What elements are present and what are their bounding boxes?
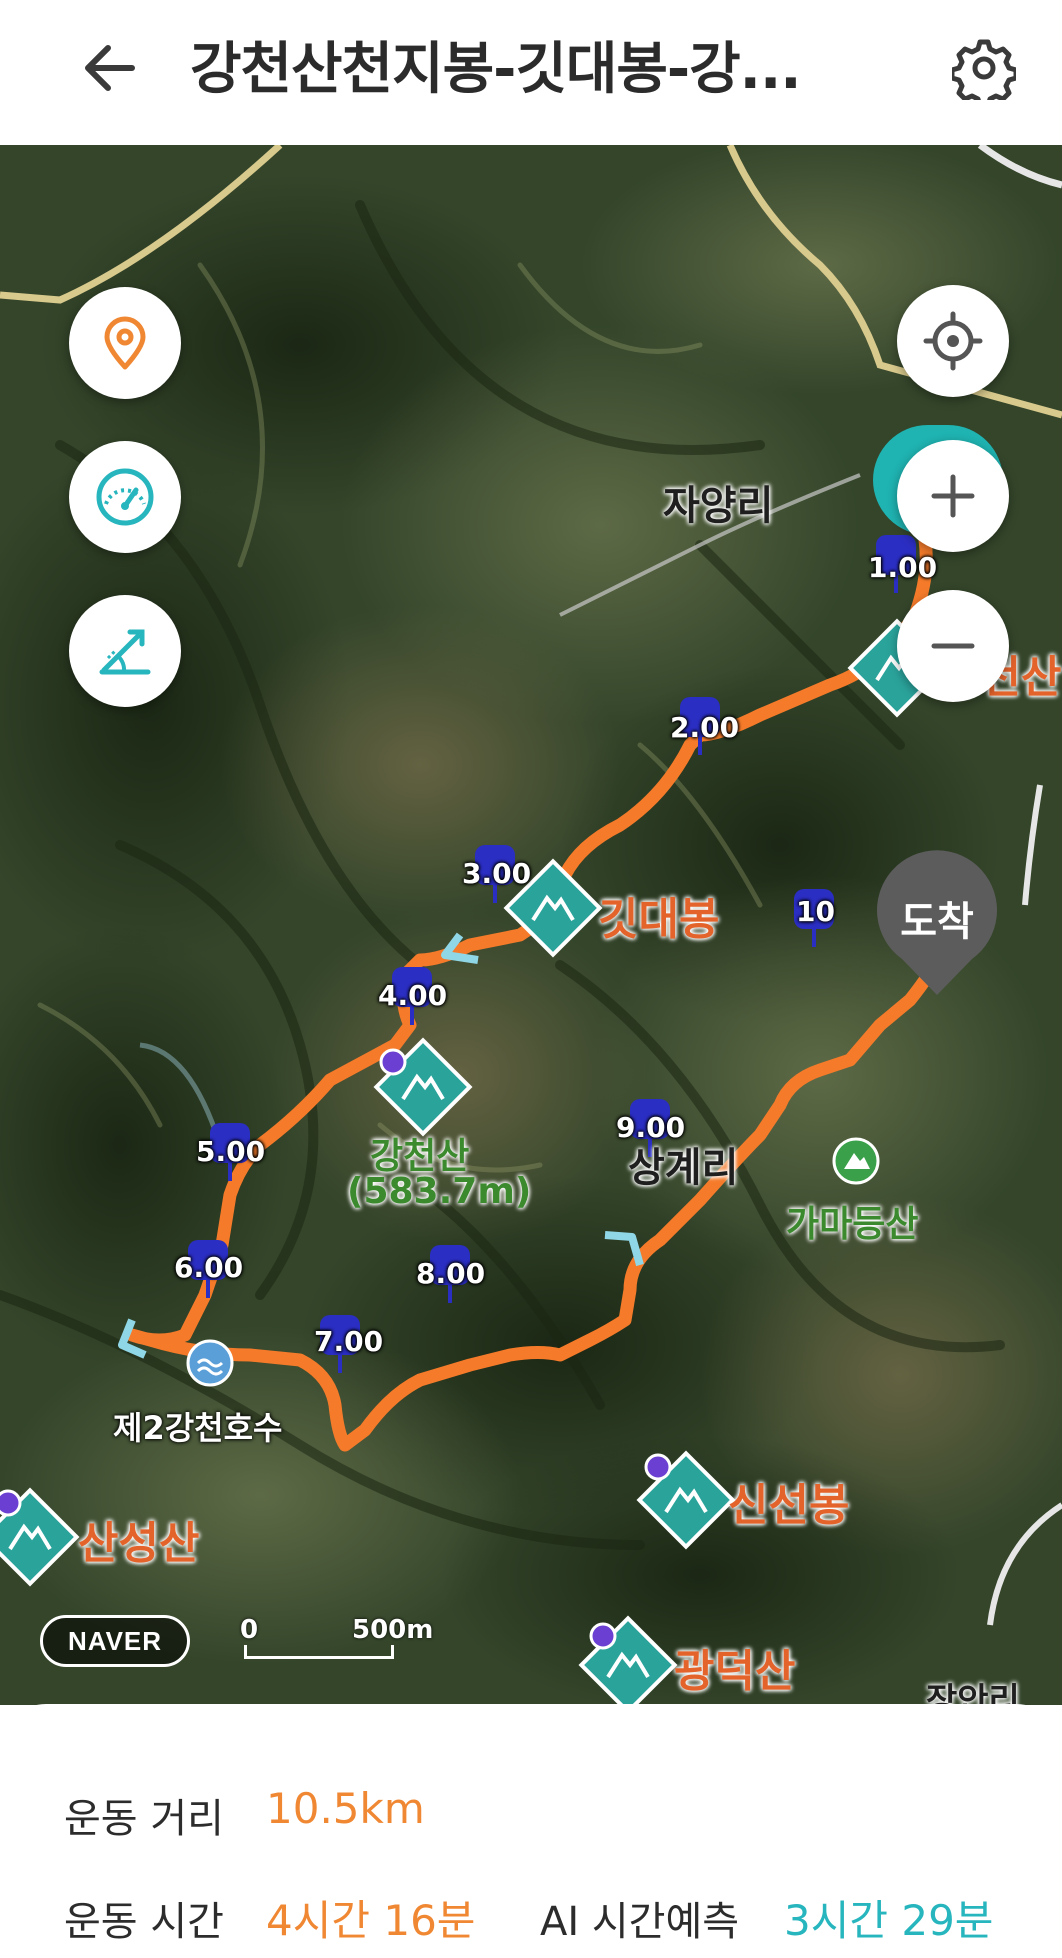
- km-label: 4.00: [378, 979, 448, 1012]
- peak-label[interactable]: 가마등산: [786, 1195, 918, 1247]
- slope-icon: [99, 629, 151, 675]
- current-location-button[interactable]: [897, 285, 1009, 397]
- arrival-marker: 도착: [872, 847, 1002, 997]
- distance-value: 10.5km: [266, 1784, 425, 1833]
- time-value: 4시간 16분: [266, 1896, 476, 1945]
- arrow-left-icon: [85, 45, 135, 91]
- km-label: 1.00: [868, 551, 938, 584]
- distance-label: 운동 거리: [64, 1796, 224, 1842]
- map-scale: 0 500m: [240, 1615, 433, 1675]
- km-label: 5.00: [196, 1135, 266, 1168]
- ai-time-value: 3시간 29분: [784, 1896, 994, 1945]
- place-label: 자양리: [663, 483, 774, 529]
- mountain-small-icon: [832, 1137, 880, 1185]
- zoom-out-icon: [931, 643, 975, 649]
- map-view[interactable]: 도착 자양리 강천산 깃대봉 강천산 (583.7m) 상계리 가마등산 제2강…: [0, 145, 1062, 1705]
- time-label: 운동 시간: [64, 1899, 224, 1945]
- naver-logo: NAVER: [40, 1615, 190, 1667]
- crosshair-icon: [923, 311, 983, 371]
- km-label: 2.00: [670, 711, 740, 744]
- km-label: 8.00: [416, 1257, 486, 1290]
- back-button[interactable]: [70, 28, 150, 108]
- app-header: 강천산천지봉-깃대봉-강...: [0, 0, 1062, 145]
- zoom-out-button[interactable]: [897, 590, 1009, 702]
- speedometer-icon: [96, 468, 154, 526]
- km-label: 10: [796, 895, 835, 928]
- ai-time-label: AI 시간예측: [540, 1899, 740, 1945]
- location-pin-icon: [104, 316, 146, 370]
- scale-bar: [244, 1645, 394, 1659]
- water-icon: [186, 1339, 234, 1387]
- settings-button[interactable]: [944, 28, 1024, 108]
- km-label: 3.00: [462, 857, 532, 890]
- page-title: 강천산천지봉-깃대봉-강...: [190, 37, 802, 102]
- km-label: 7.00: [314, 1325, 384, 1358]
- scale-distance-label: 500m: [352, 1615, 434, 1645]
- place-label: 제2강천호수: [113, 1409, 283, 1447]
- km-label: 9.00: [616, 1111, 686, 1144]
- arrival-label: 도착: [900, 899, 974, 945]
- peak-label[interactable]: 광덕산: [674, 1635, 795, 1699]
- location-button[interactable]: [69, 287, 181, 399]
- zoom-in-button[interactable]: [897, 440, 1009, 552]
- peak-height-label: (583.7m): [347, 1171, 532, 1212]
- peak-label[interactable]: 산성산: [78, 1507, 199, 1571]
- km-label: 6.00: [174, 1251, 244, 1284]
- place-label: 장안리: [926, 1681, 1020, 1705]
- peak-label[interactable]: 깃대봉: [598, 883, 719, 947]
- gear-icon: [952, 39, 1016, 100]
- stats-sheet: 운동 거리 10.5km 운동 시간 4시간 16분 AI 시간예측 3시간 2…: [0, 1704, 1062, 1958]
- slope-button[interactable]: [69, 595, 181, 707]
- scale-zero-label: 0: [240, 1615, 259, 1645]
- zoom-in-icon: [931, 474, 975, 518]
- peak-label[interactable]: 신선봉: [728, 1469, 849, 1533]
- speed-button[interactable]: [69, 441, 181, 553]
